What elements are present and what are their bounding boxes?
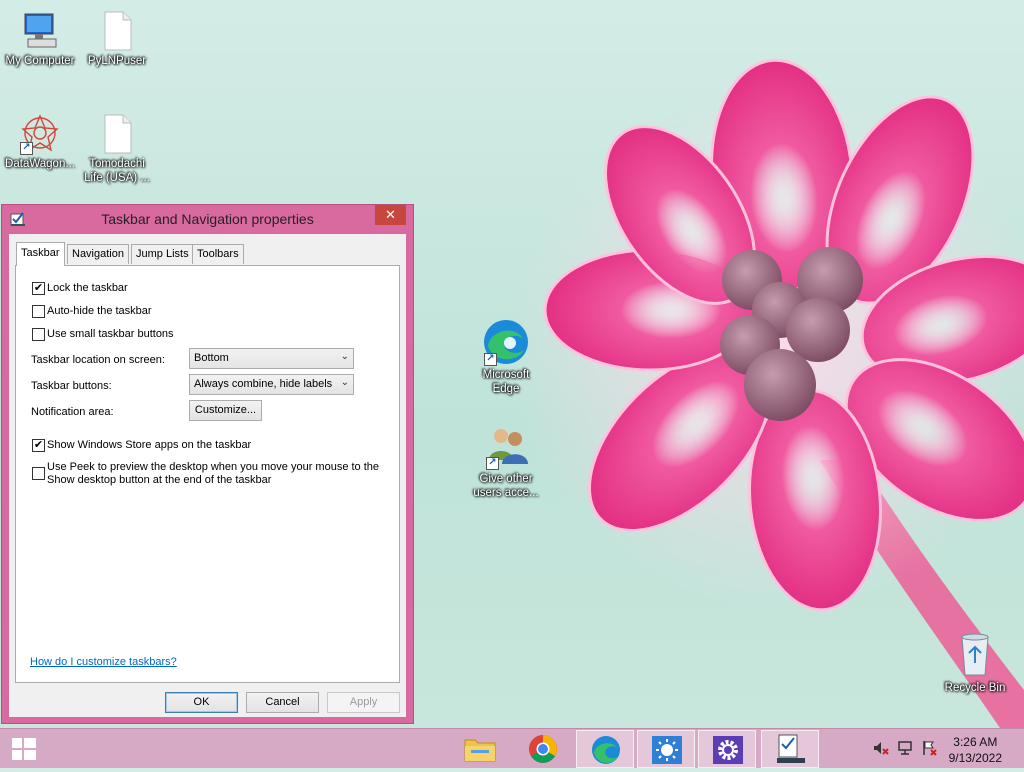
peek-checkbox[interactable] <box>32 467 45 480</box>
chevron-down-icon: ⌄ <box>340 377 349 388</box>
gear-icon <box>713 736 743 764</box>
action-center-flag-icon[interactable] <box>921 740 939 756</box>
apply-button[interactable]: Apply <box>327 692 400 713</box>
desktop-icon-label-line1: Tomodachi <box>89 158 145 170</box>
store-apps-checkbox[interactable]: ✔ <box>32 439 45 452</box>
taskbar: 3:26 AM 9/13/2022 <box>0 728 1024 768</box>
dialog-title: Taskbar and Navigation properties <box>101 211 314 227</box>
tab-jump-lists[interactable]: Jump Lists <box>131 244 194 264</box>
desktop-icon-datawagon[interactable]: ↗ DataWagon... <box>0 113 80 171</box>
help-link[interactable]: How do I customize taskbars? <box>30 656 177 668</box>
start-button[interactable] <box>0 730 48 768</box>
location-dropdown[interactable]: Bottom ⌄ <box>189 348 354 369</box>
system-clock[interactable]: 3:26 AM 9/13/2022 <box>949 734 1002 766</box>
desktop-icon-recycle-bin[interactable]: Recycle Bin <box>935 631 1015 695</box>
recycle-bin-icon <box>955 631 995 679</box>
lock-taskbar-checkbox[interactable]: ✔ <box>32 282 45 295</box>
desktop-icon-label: DataWagon... <box>5 158 75 170</box>
windows-logo-icon <box>12 738 36 760</box>
small-buttons-label[interactable]: Use small taskbar buttons <box>47 328 174 340</box>
auto-hide-label[interactable]: Auto-hide the taskbar <box>47 305 152 317</box>
taskbar-taskbar-properties[interactable] <box>761 730 819 768</box>
network-icon[interactable] <box>897 740 915 756</box>
taskbar-properties-dialog: Taskbar and Navigation properties ✕ Task… <box>1 204 414 724</box>
computer-icon <box>20 10 60 52</box>
shortcut-arrow-icon: ↗ <box>20 142 33 155</box>
desktop-icon-my-computer[interactable]: My Computer <box>0 10 80 68</box>
desktop-icon-label-line1: Microsoft <box>482 369 530 381</box>
desktop-icon-tomodachi[interactable]: Tomodachi Life (USA) ... <box>77 113 157 185</box>
peek-label-line2[interactable]: Show desktop button at the end of the ta… <box>47 474 271 486</box>
edge-icon: ↗ <box>484 318 528 366</box>
desktop-icon-label: Recycle Bin <box>944 682 1006 694</box>
tab-navigation[interactable]: Navigation <box>67 244 129 264</box>
notification-label: Notification area: <box>31 406 114 418</box>
clock-date: 9/13/2022 <box>948 751 1002 765</box>
auto-hide-checkbox[interactable] <box>32 305 45 318</box>
location-value: Bottom <box>194 352 229 364</box>
folder-icon <box>464 739 496 762</box>
dialog-titlebar[interactable]: Taskbar and Navigation properties ✕ <box>2 205 413 232</box>
desktop-icon-pylnpuser[interactable]: PyLNPuser <box>77 10 157 68</box>
brightness-icon <box>652 736 682 764</box>
chrome-icon <box>529 735 557 763</box>
edge-icon <box>592 736 620 764</box>
users-icon: ↗ <box>486 424 528 470</box>
shortcut-arrow-icon: ↗ <box>486 457 499 470</box>
taskbar-tab-panel: ✔ Lock the taskbar Auto-hide the taskbar… <box>15 265 400 683</box>
taskbar-brightness[interactable] <box>637 730 695 768</box>
location-label: Taskbar location on screen: <box>31 354 165 366</box>
taskbar-chrome[interactable] <box>514 730 572 768</box>
small-buttons-checkbox[interactable] <box>32 328 45 341</box>
volume-muted-icon[interactable] <box>872 740 890 756</box>
desktop-icon-label-line2: users acce... <box>473 487 539 499</box>
datawagon-icon: ↗ <box>20 113 60 155</box>
file-icon <box>97 113 137 155</box>
desktop-icon-label: PyLNPuser <box>87 55 147 67</box>
desktop-icon-label-line1: Give other <box>479 473 533 485</box>
cancel-button[interactable]: Cancel <box>246 692 319 713</box>
file-icon <box>97 10 137 52</box>
peek-label-line1[interactable]: Use Peek to preview the desktop when you… <box>47 461 379 473</box>
shortcut-arrow-icon: ↗ <box>484 353 497 366</box>
chevron-down-icon: ⌄ <box>340 351 349 362</box>
buttons-label: Taskbar buttons: <box>31 380 112 392</box>
taskbar-properties-icon <box>777 734 805 763</box>
buttons-dropdown[interactable]: Always combine, hide labels ⌄ <box>189 374 354 395</box>
customize-button[interactable]: Customize... <box>189 400 262 421</box>
ok-button[interactable]: OK <box>165 692 238 713</box>
close-button[interactable]: ✕ <box>375 205 406 225</box>
store-apps-label[interactable]: Show Windows Store apps on the taskbar <box>47 439 251 451</box>
desktop-icon-give-other-users-access[interactable]: ↗ Give other users acce... <box>466 424 546 500</box>
dialog-client-area: Taskbar Navigation Jump Lists Toolbars ✔… <box>9 234 406 717</box>
taskbar-settings[interactable] <box>698 730 756 768</box>
lock-taskbar-label[interactable]: Lock the taskbar <box>47 282 128 294</box>
taskbar-edge[interactable] <box>576 730 634 768</box>
desktop-icon-label-line2: Edge <box>492 383 520 395</box>
desktop-icon-microsoft-edge[interactable]: ↗ Microsoft Edge <box>466 318 546 396</box>
clock-time: 3:26 AM <box>953 735 998 749</box>
desktop-icon-label: My Computer <box>5 55 75 67</box>
tab-toolbars[interactable]: Toolbars <box>192 244 244 264</box>
taskbar-file-explorer[interactable] <box>451 730 509 768</box>
tab-taskbar[interactable]: Taskbar <box>16 242 65 266</box>
desktop-icon-label-line2: Life (USA) ... <box>84 172 150 184</box>
buttons-value: Always combine, hide labels <box>194 378 333 390</box>
